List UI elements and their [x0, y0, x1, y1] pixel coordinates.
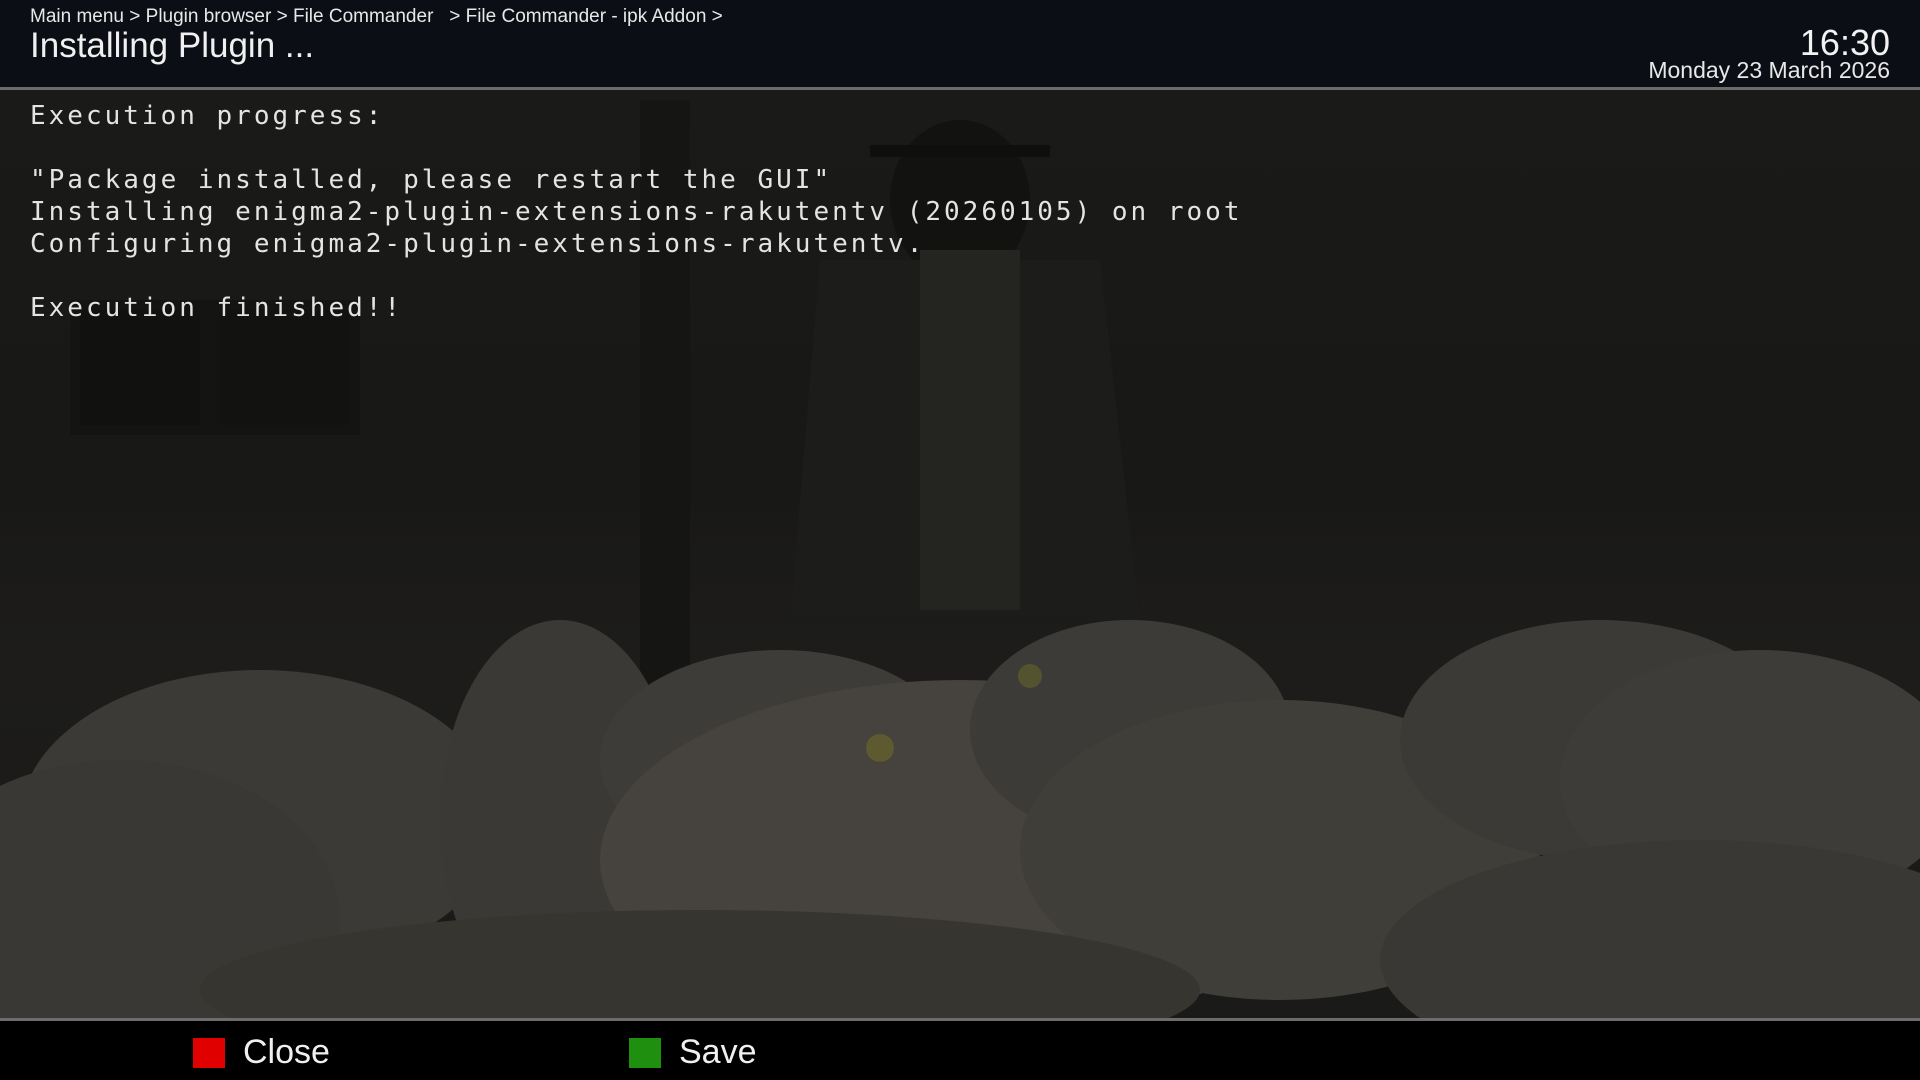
close-button-label: Close: [243, 1033, 330, 1071]
console-line: Execution progress:: [30, 101, 385, 131]
page-title: Installing Plugin ...: [30, 26, 315, 65]
green-key-icon: [629, 1037, 661, 1068]
red-key-icon: [193, 1037, 225, 1068]
console-line: Execution finished!!: [30, 293, 404, 323]
console-line: Configuring enigma2-plugin-extensions-ra…: [30, 229, 926, 259]
console-line: "Package installed, please restart the G…: [30, 165, 833, 195]
header-separator: [0, 87, 1920, 90]
console-line: Installing enigma2-plugin-extensions-rak…: [30, 197, 1243, 227]
header-bar: Main menu > Plugin browser > File Comman…: [0, 0, 1920, 87]
clock-date: Monday 23 March 2026: [1648, 57, 1890, 83]
save-button-label: Save: [679, 1033, 757, 1071]
save-button[interactable]: Save: [629, 1033, 757, 1072]
footer-bar: Close Save: [0, 1021, 1920, 1080]
close-button[interactable]: Close: [193, 1033, 330, 1072]
console-output: Execution progress: "Package installed, …: [30, 100, 1880, 324]
breadcrumb: Main menu > Plugin browser > File Comman…: [30, 6, 723, 27]
